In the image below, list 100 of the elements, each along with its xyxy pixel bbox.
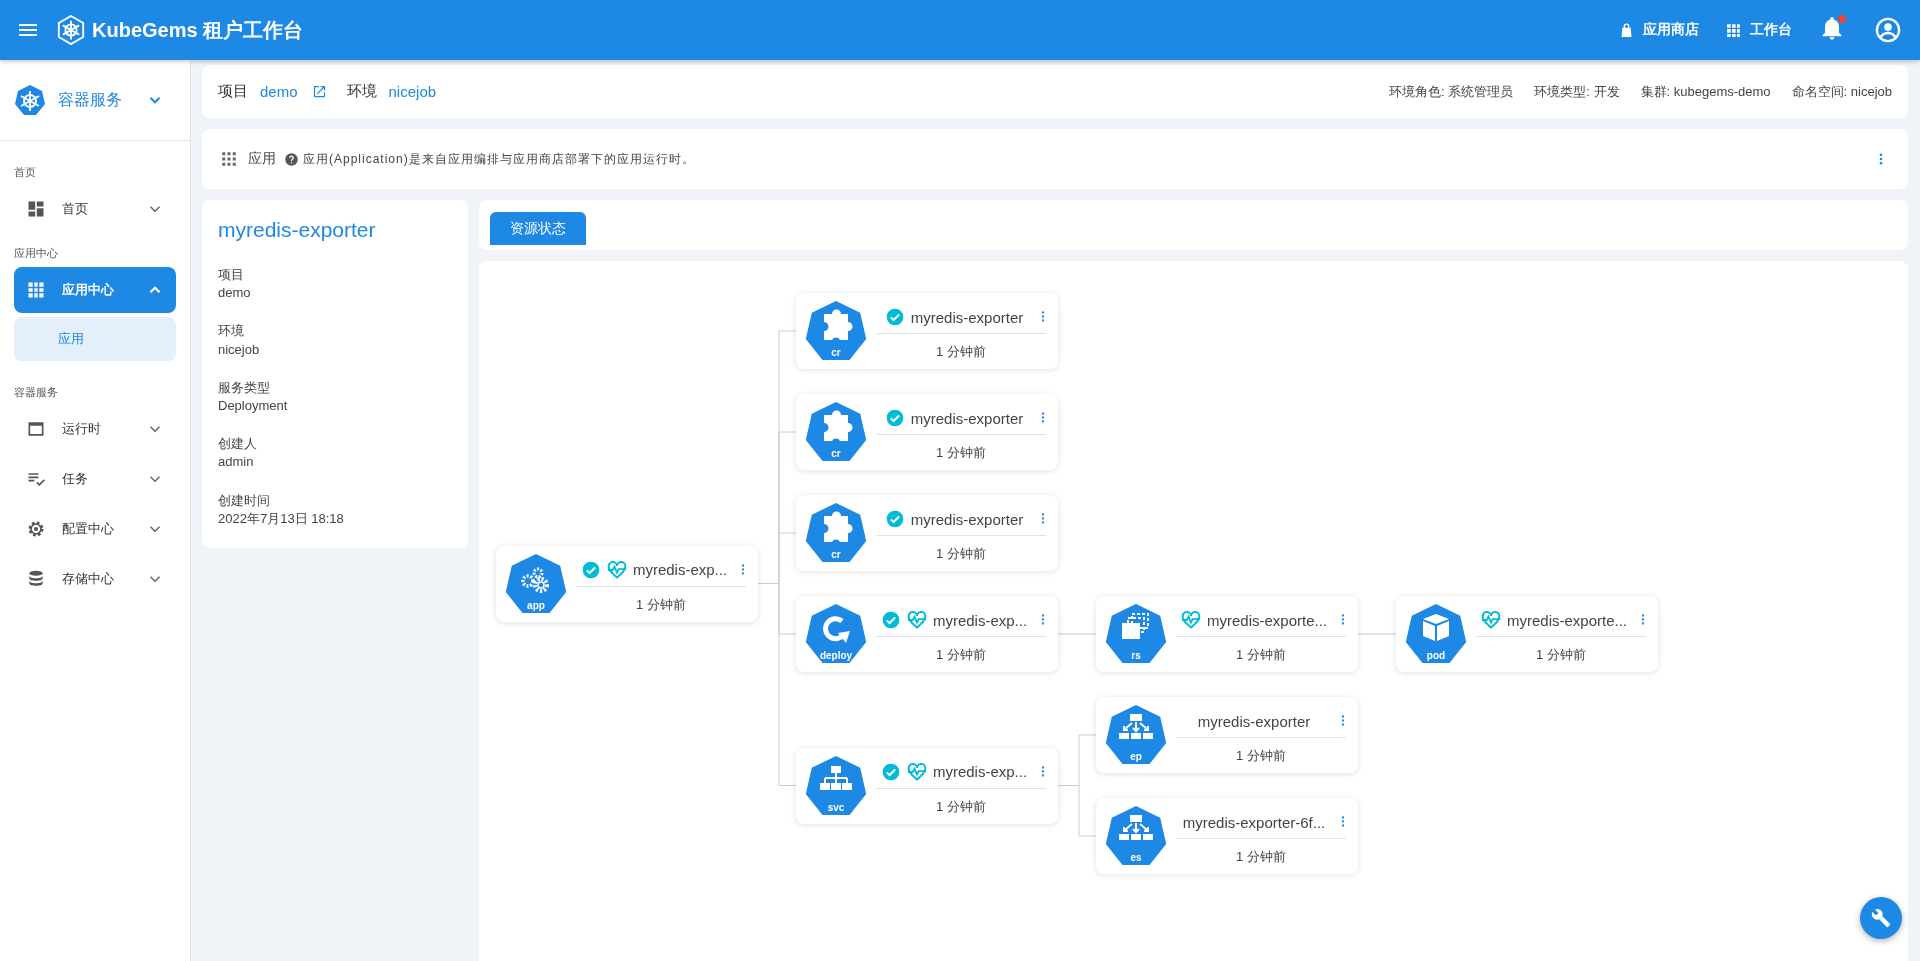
more-options-icon[interactable] (1040, 512, 1046, 525)
project-link[interactable]: demo (260, 83, 298, 100)
field-value: demo (218, 284, 252, 303)
resource-name: myredis-exporter-6f... (1182, 813, 1326, 831)
page-description: 应用(Application)是来自应用编排与应用商店部署下的应用运行时。 (303, 150, 695, 168)
resource-age: 1 分钟前 (935, 444, 987, 462)
section-heading: 容器服务 (13, 385, 59, 400)
resource-age: 1 分钟前 (1235, 848, 1287, 866)
resource-node-card[interactable]: pod myredis-exporte... 1 分钟前 (1396, 596, 1658, 672)
tab[interactable]: 资源状态 (490, 212, 586, 245)
heartbeat-icon (606, 559, 627, 580)
resource-name: myredis-exporte... (1506, 611, 1627, 629)
sidebar-item[interactable]: 运行时 (14, 406, 176, 452)
resource-node-card[interactable]: svc myredis-exp... 1 分钟前 (796, 747, 1058, 824)
grid-icon (220, 150, 238, 168)
check-circle-icon (884, 307, 905, 327)
topbar-link[interactable]: 工作台 (1725, 21, 1792, 39)
more-options-icon[interactable] (1040, 613, 1046, 626)
resource-node-card[interactable]: rs myredis-exporte... 1 分钟前 (1096, 596, 1358, 672)
resource-age: 1 分钟前 (1535, 646, 1587, 664)
resource-node-card[interactable]: es myredis-exporter-6f... 1 分钟前 (1096, 798, 1358, 874)
dashboard-icon (26, 199, 46, 219)
field-value: 2022年7月13日 18:18 (218, 509, 345, 528)
resource-kind-label: ep (1129, 752, 1143, 762)
resource-kind-label: cr (830, 348, 842, 358)
field-label: 环境 (218, 322, 245, 341)
more-options-icon[interactable] (1640, 613, 1646, 626)
more-options-icon[interactable] (1340, 714, 1346, 727)
resource-age: 1 分钟前 (935, 797, 987, 816)
resource-name: myredis-exp... (932, 763, 1028, 780)
topbar-link[interactable]: 应用商店 (1618, 21, 1699, 39)
helm-wheel-icon (14, 84, 46, 116)
heartbeat-icon (906, 761, 927, 782)
more-options-icon[interactable] (1040, 411, 1046, 424)
grid-icon (26, 280, 46, 300)
resource-name: myredis-exporter (1197, 712, 1311, 730)
field-label: 创建时间 (218, 491, 271, 510)
sidebar-item[interactable]: 配置中心 (14, 506, 176, 552)
more-options-icon[interactable] (1340, 815, 1346, 828)
check-circle-icon (880, 761, 901, 782)
check-circle-icon (884, 509, 905, 529)
sidebar-item[interactable]: 应用中心 (14, 267, 176, 313)
settings-icon (26, 519, 46, 539)
check-circle-icon (880, 610, 901, 630)
sidebar-item[interactable]: 首页 (14, 186, 176, 232)
heartbeat-icon (1480, 610, 1501, 630)
sidebar-item[interactable]: 存储中心 (14, 556, 176, 602)
section-heading: 首页 (13, 165, 37, 180)
more-options-icon[interactable] (1040, 310, 1046, 323)
page-title: 应用 (248, 150, 276, 168)
environment-info: 环境角色: 系统管理员 (1389, 82, 1514, 101)
heartbeat-icon (1180, 610, 1201, 630)
resource-node-card[interactable]: ep myredis-exporter 1 分钟前 (1096, 697, 1358, 773)
more-options-icon[interactable] (1340, 613, 1346, 626)
sidebar-item[interactable]: 任务 (14, 456, 176, 502)
resource-age: 1 分钟前 (1235, 646, 1287, 664)
heartbeat-icon (906, 610, 927, 630)
resource-kind-label: cr (830, 449, 842, 459)
more-options-icon[interactable] (740, 562, 746, 576)
service-switcher[interactable]: 容器服务 (0, 60, 190, 140)
resource-name: myredis-exporter (910, 409, 1024, 427)
resource-kind-label: cr (830, 550, 842, 560)
resource-node-card[interactable]: app myredis-exp... 1 分钟前 (496, 545, 758, 622)
more-options-icon[interactable] (1040, 764, 1046, 778)
environment-info: 命名空间: nicejob (1791, 82, 1892, 101)
grid-icon (1725, 21, 1742, 39)
resource-node-card[interactable]: cr myredis-exporter 1 分钟前 (796, 495, 1058, 571)
resource-age: 1 分钟前 (935, 343, 987, 361)
resource-kind-label: pod (1425, 651, 1447, 661)
resource-node-card[interactable]: deploy myredis-exp... 1 分钟前 (796, 596, 1058, 672)
account-icon[interactable] (1874, 16, 1902, 44)
resource-name: myredis-exp... (632, 561, 728, 578)
resource-kind-label: es (1129, 853, 1143, 863)
app-name: myredis-exporter (218, 218, 377, 242)
resource-name: myredis-exporter (910, 510, 1024, 528)
resource-name: myredis-exp... (932, 611, 1028, 629)
more-options-icon[interactable] (1878, 152, 1884, 166)
resource-kind-label: deploy (818, 651, 854, 661)
app-title: KubeGems 租户工作台 (92, 17, 304, 43)
check-circle-icon (884, 408, 905, 428)
resource-kind-label: rs (1130, 651, 1142, 661)
resource-age: 1 分钟前 (935, 646, 987, 664)
resource-node-card[interactable]: cr myredis-exporter 1 分钟前 (796, 394, 1058, 470)
logo-icon (56, 15, 86, 45)
resource-name: myredis-exporte... (1206, 611, 1327, 629)
project-label: 项目 (218, 82, 248, 101)
field-value: nicejob (218, 340, 261, 359)
resource-kind-label: app (526, 600, 546, 611)
resource-age: 1 分钟前 (935, 545, 987, 563)
field-value: admin (218, 453, 255, 472)
field-label: 创建人 (218, 435, 258, 454)
field-value: Deployment (218, 396, 289, 415)
database-icon (26, 569, 46, 589)
resource-node-card[interactable]: cr myredis-exporter 1 分钟前 (796, 293, 1058, 369)
external-link-icon[interactable] (311, 84, 327, 99)
help-icon (284, 151, 299, 167)
environment-info: 环境类型: 开发 (1534, 82, 1620, 101)
window-icon (26, 419, 46, 439)
environment-link[interactable]: nicejob (388, 83, 437, 100)
wrench-icon (1871, 908, 1891, 928)
